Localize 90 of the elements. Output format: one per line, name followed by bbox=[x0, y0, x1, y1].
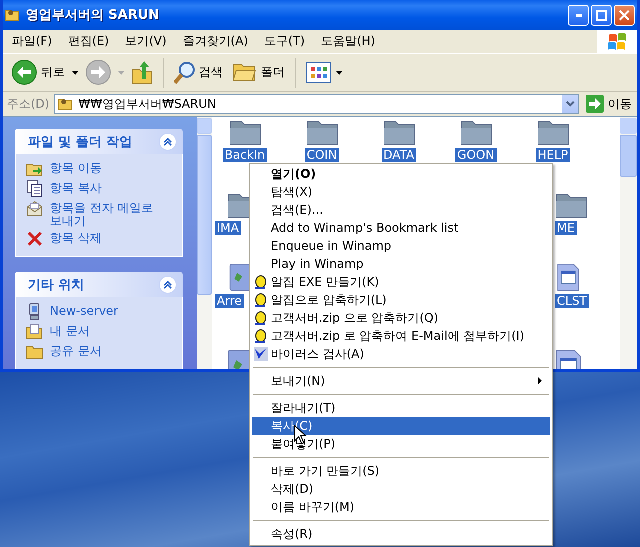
task-link[interactable]: 항목 이동 bbox=[50, 160, 102, 175]
menu-item[interactable]: Play in Winamp bbox=[252, 255, 550, 273]
folder-icon bbox=[230, 121, 260, 145]
task-link[interactable]: 항목을 전자 메일로 보내기 bbox=[50, 200, 168, 228]
search-button[interactable]: 검색 bbox=[171, 60, 226, 86]
folder-icon bbox=[460, 121, 492, 145]
folder-icon bbox=[556, 194, 587, 218]
flag-icon bbox=[607, 32, 627, 50]
coin-icon bbox=[254, 275, 267, 290]
scrollbar[interactable] bbox=[620, 117, 637, 369]
minimize-button[interactable] bbox=[568, 4, 589, 26]
task-link[interactable]: 항목 복사 bbox=[50, 180, 102, 195]
file-name[interactable]: COIN bbox=[304, 148, 340, 162]
menu-item[interactable]: 알집으로 압축하기(L) bbox=[252, 291, 550, 309]
task-link[interactable]: 내 문서 bbox=[50, 323, 90, 338]
document-icon bbox=[556, 264, 581, 291]
dropdown-icon[interactable] bbox=[566, 101, 574, 107]
panel-header[interactable]: 기타 위치 bbox=[15, 272, 183, 297]
forward-button[interactable] bbox=[83, 58, 114, 87]
back-button[interactable]: 뒤로 bbox=[9, 58, 68, 87]
go-arrow-icon bbox=[586, 95, 604, 113]
menu-item[interactable]: 열기(O) bbox=[252, 165, 550, 183]
menu-item[interactable]: 잘라내기(T) bbox=[252, 399, 550, 417]
menu-item[interactable]: Add to Winamp's Bookmark list bbox=[252, 219, 550, 237]
window-title: 영업부서버의 SARUN bbox=[26, 7, 160, 24]
maximize-button[interactable] bbox=[591, 4, 612, 26]
scrollbar[interactable] bbox=[197, 117, 212, 369]
menu-item[interactable]: 붙여넣기(P) bbox=[252, 435, 550, 453]
menu-item[interactable]: 검색(E)... bbox=[252, 201, 550, 219]
views-icon bbox=[306, 62, 332, 84]
folder-up-icon bbox=[132, 61, 153, 84]
menu-item[interactable]: 바로 가기 만들기(S) bbox=[252, 462, 550, 480]
menu-item[interactable]: 도구(T) bbox=[258, 31, 312, 52]
file-name[interactable]: Arre bbox=[215, 294, 244, 308]
file-name[interactable]: ME bbox=[555, 221, 577, 235]
folder-icon bbox=[233, 64, 257, 81]
menu-item[interactable]: 즐겨찾기(A) bbox=[176, 31, 254, 52]
chevron-icon bbox=[164, 138, 172, 146]
task-link[interactable]: 공유 문서 bbox=[50, 343, 102, 358]
submenu-arrow-icon bbox=[538, 377, 542, 385]
collapse-button[interactable] bbox=[159, 276, 177, 294]
folder-icon bbox=[384, 121, 414, 145]
caret-icon bbox=[72, 70, 79, 74]
file-name[interactable]: IMA bbox=[215, 221, 242, 235]
envelope-icon bbox=[26, 200, 44, 218]
coin-icon bbox=[254, 329, 267, 344]
delete-icon bbox=[26, 230, 44, 248]
file-name[interactable]: DATA bbox=[382, 148, 416, 162]
menu-item[interactable]: 고객서버.zip 으로 압축하기(Q) bbox=[252, 309, 550, 327]
coin-icon bbox=[254, 311, 267, 326]
menu-item[interactable]: 복사(C) bbox=[252, 417, 550, 435]
file-name[interactable]: GOON bbox=[455, 148, 497, 162]
menu-item[interactable]: 보기(V) bbox=[119, 31, 173, 52]
menu-item[interactable]: 편집(E) bbox=[62, 31, 116, 52]
task-link[interactable]: New-server bbox=[50, 303, 118, 318]
pages-icon bbox=[26, 180, 44, 198]
folder-icon bbox=[306, 121, 338, 145]
menu-item[interactable]: 알집 EXE 만들기(K) bbox=[252, 273, 550, 291]
menu-item[interactable]: 이름 바꾸기(M) bbox=[252, 498, 550, 516]
address-label: 주소(D) bbox=[7, 96, 50, 112]
collapse-button[interactable] bbox=[159, 132, 177, 150]
menu-item[interactable]: Enqueue in Winamp bbox=[252, 237, 550, 255]
coin-icon bbox=[254, 293, 267, 308]
menu-item[interactable]: 삭제(D) bbox=[252, 480, 550, 498]
folders-button[interactable]: 폴더 bbox=[230, 62, 288, 83]
go-button[interactable]: 이동 bbox=[583, 95, 635, 113]
folder-document-icon bbox=[26, 323, 44, 341]
file-name[interactable]: CLST bbox=[555, 294, 590, 308]
task-link[interactable]: 항목 삭제 bbox=[50, 230, 102, 245]
close-button[interactable] bbox=[614, 4, 635, 26]
close-icon bbox=[619, 10, 630, 20]
caret-icon bbox=[118, 70, 125, 74]
menu-item[interactable]: 탐색(X) bbox=[252, 183, 550, 201]
menu-item[interactable]: 보내기(N) bbox=[252, 372, 550, 390]
minimize-icon bbox=[576, 14, 582, 16]
chevron-icon bbox=[164, 280, 172, 288]
menu-item[interactable]: 속성(R) bbox=[252, 525, 550, 543]
file-name[interactable]: HELP bbox=[536, 148, 570, 162]
menu-item[interactable]: 고객서버.zip 로 압축하여 E-Mail에 첨부하기(I) bbox=[252, 327, 550, 345]
panel-header[interactable]: 파일 및 폴더 작업 bbox=[15, 129, 183, 154]
menu-item[interactable]: 바이러스 검사(A) bbox=[252, 345, 550, 363]
menu-item[interactable]: 도움말(H) bbox=[315, 31, 382, 52]
caret-icon bbox=[336, 70, 343, 74]
context-menu[interactable] bbox=[249, 163, 553, 546]
maximize-icon bbox=[596, 10, 607, 20]
file-name[interactable]: BackIn bbox=[222, 148, 268, 162]
search-icon bbox=[174, 62, 195, 84]
menu-item[interactable]: 파일(F) bbox=[6, 31, 58, 52]
address-field[interactable]: ₩₩영업부서버₩SARUN bbox=[54, 94, 579, 114]
folder-icon bbox=[538, 121, 568, 145]
